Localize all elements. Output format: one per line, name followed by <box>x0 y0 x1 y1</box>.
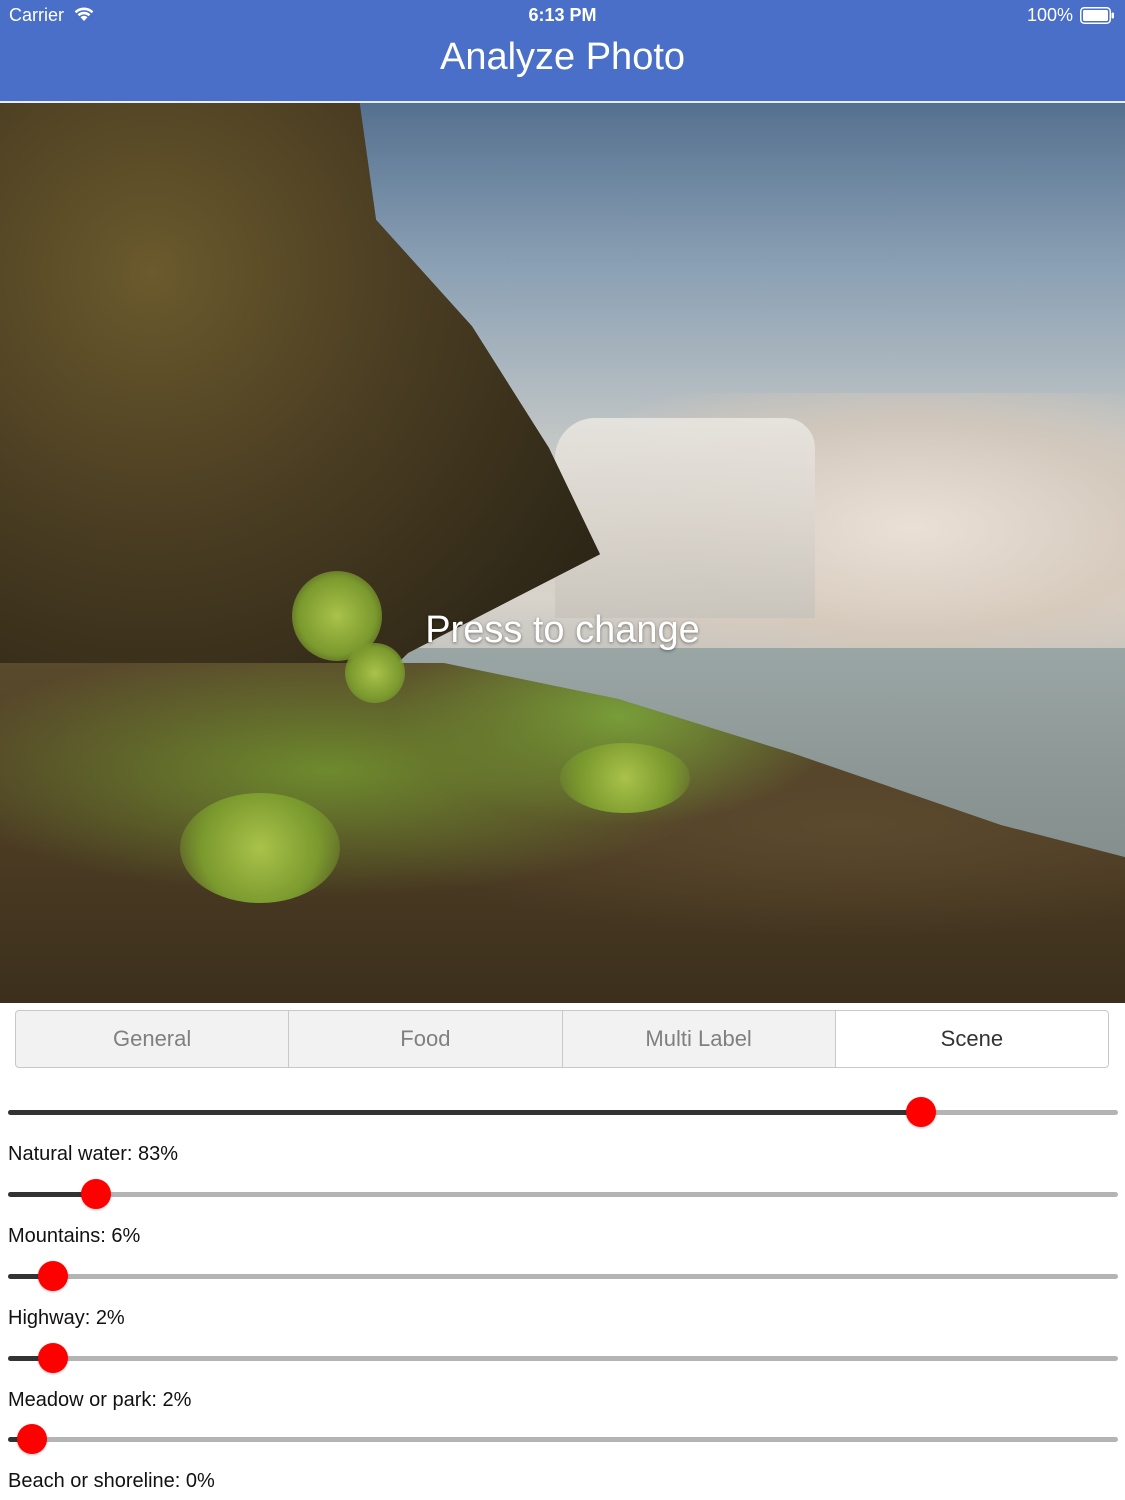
tab-multi-label[interactable]: Multi Label <box>563 1011 836 1067</box>
slider-track <box>8 1437 1118 1442</box>
photo-picker[interactable]: Press to change <box>0 103 1125 1003</box>
result-slider-highway[interactable] <box>8 1261 1118 1291</box>
result-slider-meadow[interactable] <box>8 1343 1118 1373</box>
battery-percent: 100% <box>1026 5 1073 25</box>
slider-track <box>8 1356 1118 1361</box>
result-slider-mountains[interactable] <box>8 1179 1118 1209</box>
photo-waterfall <box>555 418 815 618</box>
slider-thumb[interactable] <box>81 1179 112 1209</box>
photo-shrub <box>345 643 405 703</box>
result-label-natural-water: Natural water: 83% <box>8 1143 179 1165</box>
result-slider-natural-water[interactable] <box>8 1097 1118 1127</box>
slider-fill <box>8 1110 921 1115</box>
slider-thumb[interactable] <box>17 1424 47 1454</box>
result-label-highway: Highway: 2% <box>8 1307 125 1329</box>
navigation-header: Carrier 6:13 PM 100% Analyze Photo <box>0 0 1125 101</box>
photo-shrub <box>560 743 690 813</box>
result-label-beach: Beach or shoreline: 0% <box>8 1470 215 1492</box>
model-segmented-control: General Food Multi Label Scene <box>15 1010 1109 1068</box>
status-time: 6:13 PM <box>528 5 597 25</box>
result-slider-beach[interactable] <box>8 1424 1118 1454</box>
slider-thumb[interactable] <box>38 1343 69 1373</box>
slider-thumb[interactable] <box>905 1097 936 1127</box>
photo-shrub <box>180 793 340 903</box>
page-title: Analyze Photo <box>439 36 686 78</box>
tab-scene[interactable]: Scene <box>835 1011 1108 1067</box>
slider-thumb[interactable] <box>38 1261 69 1291</box>
tab-food[interactable]: Food <box>289 1011 563 1067</box>
result-label-meadow: Meadow or park: 2% <box>8 1389 192 1411</box>
battery-icon <box>1080 7 1114 24</box>
slider-track <box>8 1192 1118 1197</box>
result-label-mountains: Mountains: 6% <box>8 1225 141 1247</box>
tab-general[interactable]: General <box>16 1011 290 1067</box>
slider-track <box>8 1274 1118 1279</box>
